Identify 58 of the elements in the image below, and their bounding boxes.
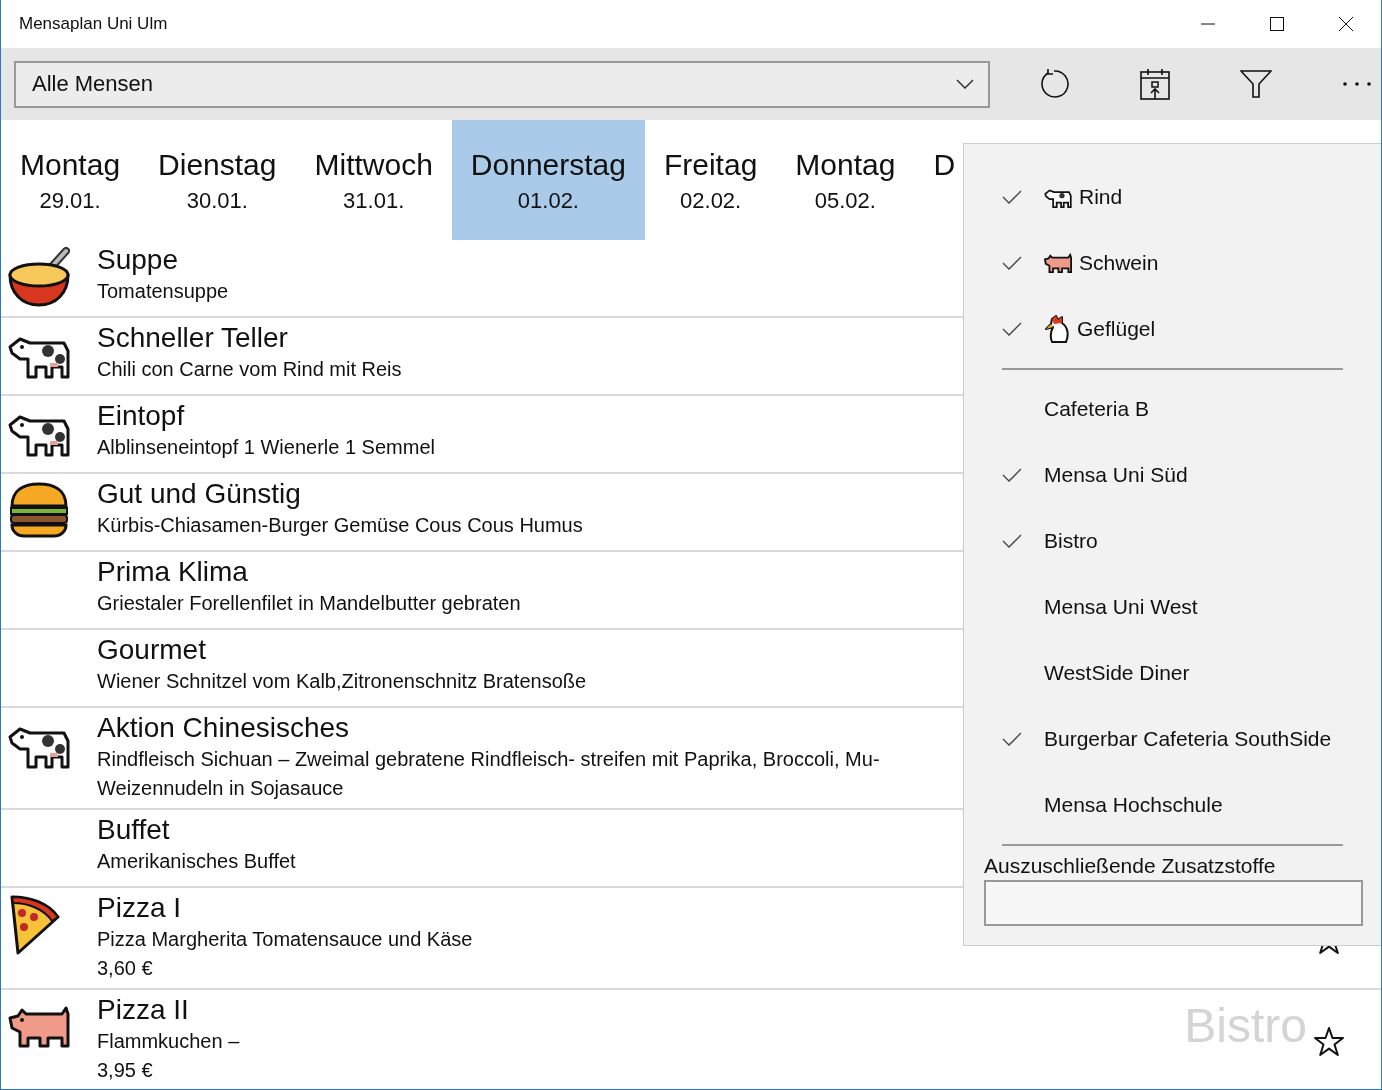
meal-title: Prima Klima [97, 555, 249, 589]
meal-title: Eintopf [97, 399, 186, 433]
meal-title: Pizza I [97, 891, 183, 925]
maximize-icon[interactable] [1270, 17, 1284, 31]
meal-title: Schneller Teller [97, 321, 289, 355]
filter-menu-item[interactable]: Geflügel [964, 296, 1381, 362]
day-tab[interactable]: Montag 29.01. [1, 120, 140, 240]
day-tab[interactable]: Mittwoch 31.01. [295, 120, 452, 240]
meal-description: Griestaler Forellenfilet in Mandelbutter gebraten [97, 591, 521, 616]
cow-icon [1044, 186, 1072, 208]
additives-input[interactable] [984, 880, 1363, 926]
filter-menu-item[interactable]: Mensa Uni Süd [964, 442, 1381, 508]
filter-menu-item[interactable]: Bistro [964, 508, 1381, 574]
meal-description: Weizennudeln in Sojasauce [97, 776, 345, 801]
filter-menu-item[interactable]: Mensa Uni West [964, 574, 1381, 640]
meal-description: Pizza Margherita Tomatensauce und Käse [97, 927, 473, 952]
meal-description: Alblinseneintopf 1 Wienerle 1 Semmel [97, 435, 435, 460]
meal-description: Tomatensuppe [97, 279, 229, 304]
burger-icon [8, 482, 70, 538]
pizza-slice-icon [8, 893, 60, 955]
filter-menu-item[interactable]: Rind [964, 164, 1381, 230]
mensa-dropdown[interactable]: Alle Mensen [14, 60, 990, 108]
meal-price: 3,95 € [97, 1058, 154, 1083]
more-icon[interactable] [1342, 81, 1372, 87]
meal-price: 3,60 € [97, 956, 154, 981]
meal-description: Kürbis-Chiasamen-Burger Gemüse Cous Cous Humus [97, 513, 583, 538]
pig-icon [1044, 253, 1072, 273]
filter-menu-item[interactable]: Cafeteria B [964, 376, 1381, 442]
meal-title: Pizza II [97, 993, 190, 1027]
refresh-icon[interactable] [1038, 68, 1070, 100]
day-tab[interactable]: Montag 05.02. [776, 120, 915, 240]
meal-title: Aktion Chinesisches [97, 711, 351, 745]
meal-title: Suppe [97, 243, 179, 277]
filter-menu-item[interactable]: WestSide Diner [964, 640, 1381, 706]
chicken-head-icon [1044, 315, 1070, 343]
calendar-icon[interactable] [1140, 68, 1170, 100]
window-title: Mensaplan Uni Ulm [19, 14, 168, 34]
day-tab[interactable]: Donnerstag 01.02. [451, 120, 645, 240]
soup-bowl-icon [8, 245, 70, 307]
filter-menu-item[interactable]: Schwein [964, 230, 1381, 296]
day-tab[interactable]: Dienstag 30.01. [139, 120, 296, 240]
filter-menu-item[interactable]: Mensa Hochschule [964, 772, 1381, 838]
meal-description: Amerikanisches Buffet [97, 849, 296, 874]
pig-icon [8, 1004, 70, 1048]
additives-label: Auszuschließende Zusatzstoffe [984, 854, 1277, 878]
meal-description: Wiener Schnitzel vom Kalb,Zitronenschnitz Bratensoße [97, 669, 587, 694]
meal-title: Gut und Günstig [97, 477, 302, 511]
chevron-down-icon [956, 79, 974, 89]
meal-title: Buffet [97, 813, 171, 847]
filter-menu-item[interactable]: Burgerbar Cafeteria SouthSide [964, 706, 1381, 772]
meal-description: Chili con Carne vom Rind mit Reis [97, 357, 402, 382]
meal-title: Gourmet [97, 633, 207, 667]
meal-description: Flammkuchen – [97, 1029, 240, 1054]
meal-description: Rindfleisch Sichuan – Zweimal gebratene Rindfleisch- streifen mit Paprika, Broccoli, Mu- [97, 747, 880, 772]
close-icon[interactable] [1339, 17, 1353, 31]
favorite-star-icon[interactable] [1313, 1026, 1345, 1058]
filter-icon[interactable] [1240, 70, 1272, 98]
day-tab[interactable]: Freitag 02.02. [644, 120, 777, 240]
